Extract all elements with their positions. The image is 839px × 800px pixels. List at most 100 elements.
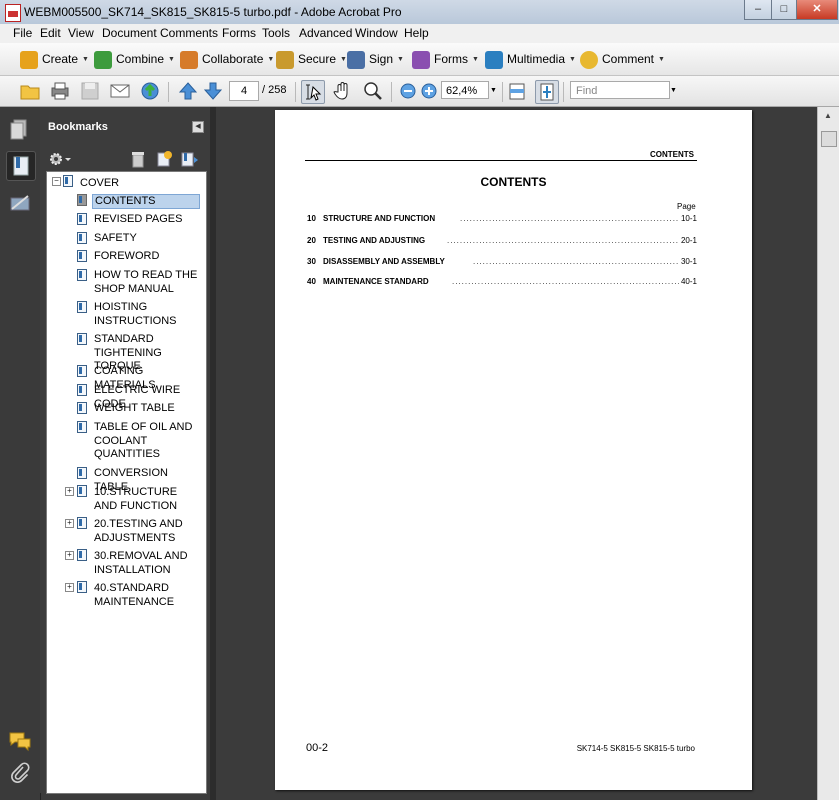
bookmark-icon bbox=[77, 194, 87, 206]
bookmark-structure-function[interactable]: 10.STRUCTURE AND FUNCTION bbox=[94, 486, 202, 513]
zoom-dropdown-arrow-icon[interactable]: ▼ bbox=[490, 80, 500, 102]
zoom-in-icon[interactable] bbox=[418, 80, 440, 102]
bookmark-foreword[interactable]: FOREWORD bbox=[94, 250, 202, 264]
create-button[interactable]: Create ▼ bbox=[20, 48, 89, 70]
bookmark-standard-maintenance[interactable]: 40.STANDARD MAINTENANCE bbox=[94, 582, 194, 609]
next-page-icon[interactable] bbox=[202, 80, 224, 102]
bookmarks-title: Bookmarks bbox=[48, 121, 108, 133]
menu-forms[interactable]: Forms bbox=[222, 26, 256, 40]
new-bookmark-icon[interactable] bbox=[155, 150, 173, 168]
menu-document[interactable]: Document bbox=[102, 26, 157, 40]
open-folder-icon[interactable] bbox=[19, 80, 41, 102]
upload-globe-icon[interactable] bbox=[139, 80, 161, 102]
forms-button[interactable]: Forms ▼ bbox=[412, 48, 479, 70]
fit-width-icon[interactable] bbox=[506, 80, 528, 102]
find-input[interactable]: Find bbox=[570, 81, 670, 99]
menu-help[interactable]: Help bbox=[404, 26, 429, 40]
bookmark-icon bbox=[77, 213, 87, 225]
bookmark-icon bbox=[77, 333, 87, 345]
bookmark-contents[interactable]: CONTENTS bbox=[92, 194, 200, 209]
menu-advanced[interactable]: Advanced bbox=[299, 26, 352, 40]
previous-page-icon[interactable] bbox=[177, 80, 199, 102]
collaborate-button[interactable]: Collaborate ▼ bbox=[180, 48, 274, 70]
navigation-toolbar: 4 / 258 62,4% ▼ Find ▼ bbox=[0, 76, 839, 107]
expand-structure-icon[interactable]: + bbox=[65, 487, 74, 496]
bookmarks-toolbar bbox=[40, 147, 210, 171]
bookmarks-tree: − COVER CONTENTS REVISED PAGES SAFETY FO… bbox=[46, 171, 207, 794]
create-icon bbox=[20, 50, 38, 69]
comment-label: Comment bbox=[602, 52, 655, 66]
bookmark-icon bbox=[77, 485, 87, 497]
find-dropdown-arrow-icon[interactable]: ▼ bbox=[670, 80, 680, 102]
multimedia-button[interactable]: Multimedia ▼ bbox=[485, 48, 576, 70]
bookmarks-panel-icon[interactable] bbox=[6, 151, 36, 181]
combine-button[interactable]: Combine ▼ bbox=[94, 48, 175, 70]
attachments-paperclip-icon[interactable] bbox=[6, 759, 34, 787]
hand-tool-icon[interactable] bbox=[331, 80, 353, 102]
delete-bookmark-icon[interactable] bbox=[130, 150, 146, 168]
menu-file[interactable]: File bbox=[13, 26, 32, 40]
toc-entry[interactable]: 40 MAINTENANCE STANDARD .................… bbox=[307, 277, 697, 286]
bookmark-revised-pages[interactable]: REVISED PAGES bbox=[94, 213, 202, 227]
multimedia-label: Multimedia bbox=[507, 52, 566, 66]
toc-page: 20-1 bbox=[678, 236, 697, 245]
lock-icon bbox=[276, 50, 294, 69]
menu-comments[interactable]: Comments bbox=[160, 26, 218, 40]
options-gear-icon[interactable] bbox=[48, 150, 71, 168]
multimedia-icon bbox=[485, 50, 503, 69]
select-tool-icon[interactable] bbox=[301, 80, 325, 104]
bookmark-removal-installation[interactable]: 30.REMOVAL AND INSTALLATION bbox=[94, 550, 194, 577]
bookmark-icon bbox=[77, 301, 87, 313]
page-footer-number: 00-2 bbox=[306, 742, 329, 754]
fit-page-icon[interactable] bbox=[535, 80, 559, 104]
expand-testing-icon[interactable]: + bbox=[65, 519, 74, 528]
email-icon[interactable] bbox=[109, 80, 131, 102]
forms-label: Forms bbox=[434, 52, 468, 66]
secure-button[interactable]: Secure ▼ bbox=[276, 48, 347, 70]
collapse-cover-icon[interactable]: − bbox=[52, 177, 61, 186]
sign-button[interactable]: Sign ▼ bbox=[347, 48, 404, 70]
forms-icon bbox=[412, 50, 430, 69]
bookmarks-header: Bookmarks ◀ bbox=[40, 107, 210, 143]
zoom-out-icon[interactable] bbox=[397, 80, 419, 102]
toc-number: 30 bbox=[307, 257, 316, 266]
menu-tools[interactable]: Tools bbox=[262, 26, 290, 40]
toc-title: TESTING AND ADJUSTING bbox=[323, 236, 426, 245]
bookmark-oil-coolant-quantities[interactable]: TABLE OF OIL AND COOLANT QUANTITIES bbox=[94, 421, 194, 462]
signatures-panel-icon[interactable] bbox=[6, 189, 34, 217]
bookmark-cover[interactable]: COVER bbox=[80, 177, 200, 191]
toc-entry[interactable]: 30 DISASSEMBLY AND ASSEMBLY .............… bbox=[307, 257, 697, 266]
toc-entry[interactable]: 20 TESTING AND ADJUSTING ................… bbox=[307, 236, 697, 245]
toc-entry[interactable]: 10 STRUCTURE AND FUNCTION ...............… bbox=[307, 214, 697, 223]
window-title: WEBM005500_SK714_SK815_SK815-5 turbo.pdf… bbox=[24, 5, 402, 19]
page-number-input[interactable]: 4 bbox=[229, 81, 259, 101]
bookmark-safety[interactable]: SAFETY bbox=[94, 232, 202, 246]
collapse-panel-icon[interactable]: ◀ bbox=[192, 121, 204, 133]
bookmark-icon bbox=[77, 269, 87, 281]
menu-window[interactable]: Window bbox=[355, 26, 398, 40]
print-icon[interactable] bbox=[49, 80, 71, 102]
comments-panel-icon[interactable] bbox=[6, 727, 34, 755]
save-icon[interactable] bbox=[79, 80, 101, 102]
zoom-level-field[interactable]: 62,4% bbox=[441, 81, 489, 99]
scrollbar-thumb[interactable] bbox=[821, 131, 837, 147]
expand-maintenance-icon[interactable]: + bbox=[65, 583, 74, 592]
bookmark-how-to-read[interactable]: HOW TO READ THE SHOP MANUAL bbox=[94, 269, 202, 296]
minimize-button[interactable]: – bbox=[744, 0, 772, 20]
header-rule bbox=[305, 160, 697, 161]
bookmark-weight-table[interactable]: WEIGHT TABLE bbox=[94, 402, 202, 416]
bookmark-icon bbox=[63, 175, 73, 187]
expand-bookmark-icon[interactable] bbox=[180, 150, 200, 168]
bookmark-testing-adjustments[interactable]: 20.TESTING AND ADJUSTMENTS bbox=[94, 518, 194, 545]
bookmark-hoisting-instructions[interactable]: HOISTING INSTRUCTIONS bbox=[94, 301, 202, 328]
expand-removal-icon[interactable]: + bbox=[65, 551, 74, 560]
close-button[interactable]: ✕ bbox=[796, 0, 838, 20]
comment-button[interactable]: Comment ▼ bbox=[580, 48, 665, 70]
scroll-up-arrow-icon[interactable]: ▲ bbox=[821, 111, 835, 125]
vertical-scrollbar[interactable]: ▲ bbox=[817, 107, 839, 800]
pages-panel-icon[interactable] bbox=[6, 115, 34, 143]
marquee-zoom-icon[interactable] bbox=[362, 80, 384, 102]
maximize-button[interactable]: □ bbox=[771, 0, 797, 20]
menu-view[interactable]: View bbox=[68, 26, 94, 40]
menu-edit[interactable]: Edit bbox=[40, 26, 61, 40]
